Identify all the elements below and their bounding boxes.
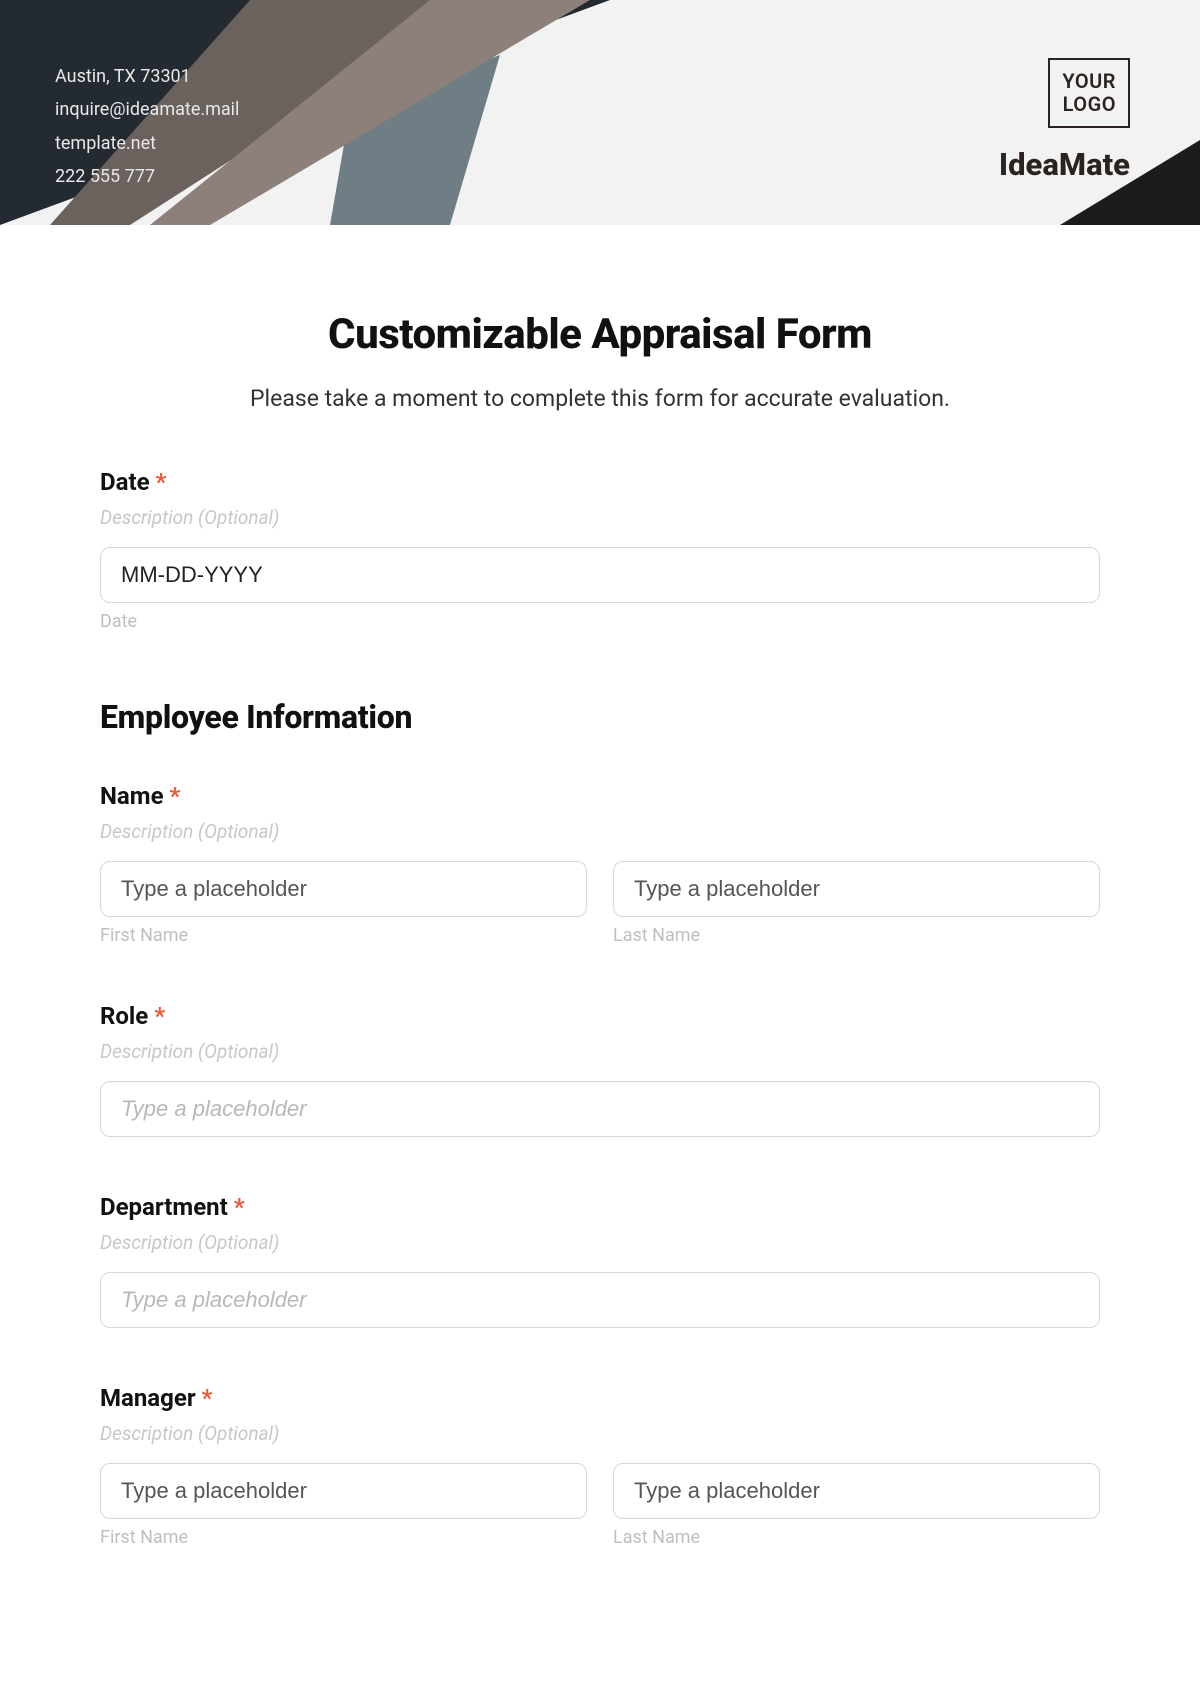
logo-block: YOUR LOGO IdeaMate	[999, 58, 1130, 183]
name-label-text: Name	[100, 782, 164, 810]
manager-last-name-input[interactable]	[613, 1463, 1100, 1519]
first-name-input[interactable]	[100, 861, 587, 917]
logo-line-1: YOUR	[1062, 70, 1116, 93]
required-mark: *	[156, 468, 167, 496]
last-name-sub-label: Last Name	[613, 925, 1100, 946]
field-date: Date * Description (Optional) Date	[100, 468, 1100, 632]
contact-block: Austin, TX 73301 inquire@ideamate.mail t…	[55, 60, 239, 193]
manager-label: Manager *	[100, 1384, 1100, 1412]
field-name: Name * Description (Optional) First Name…	[100, 782, 1100, 946]
name-description: Description (Optional)	[100, 820, 1100, 843]
role-description: Description (Optional)	[100, 1040, 1100, 1063]
field-manager: Manager * Description (Optional) First N…	[100, 1384, 1100, 1548]
first-name-sub-label: First Name	[100, 925, 587, 946]
department-description: Description (Optional)	[100, 1231, 1100, 1254]
contact-website: template.net	[55, 127, 239, 160]
required-mark: *	[170, 782, 181, 810]
header-banner: Austin, TX 73301 inquire@ideamate.mail t…	[0, 0, 1200, 225]
manager-first-name-input[interactable]	[100, 1463, 587, 1519]
role-label: Role *	[100, 1002, 1100, 1030]
logo-line-2: LOGO	[1062, 93, 1116, 116]
date-input[interactable]	[100, 547, 1100, 603]
last-name-input[interactable]	[613, 861, 1100, 917]
name-label: Name *	[100, 782, 1100, 810]
required-mark: *	[202, 1384, 213, 1412]
form-title: Customizable Appraisal Form	[100, 310, 1100, 359]
field-role: Role * Description (Optional)	[100, 1002, 1100, 1137]
manager-first-name-sub-label: First Name	[100, 1527, 587, 1548]
date-label: Date *	[100, 468, 1100, 496]
brand-name: IdeaMate	[999, 146, 1130, 183]
contact-address: Austin, TX 73301	[55, 60, 239, 93]
department-label: Department *	[100, 1193, 1100, 1221]
required-mark: *	[234, 1193, 245, 1221]
manager-description: Description (Optional)	[100, 1422, 1100, 1445]
field-department: Department * Description (Optional)	[100, 1193, 1100, 1328]
date-label-text: Date	[100, 468, 150, 496]
form-area: Customizable Appraisal Form Please take …	[0, 225, 1200, 1568]
role-input[interactable]	[100, 1081, 1100, 1137]
manager-label-text: Manager	[100, 1384, 196, 1412]
date-description: Description (Optional)	[100, 506, 1100, 529]
section-employee-info: Employee Information	[100, 698, 1100, 736]
logo-placeholder: YOUR LOGO	[1048, 58, 1130, 128]
department-label-text: Department	[100, 1193, 228, 1221]
date-sub-label: Date	[100, 611, 1100, 632]
role-label-text: Role	[100, 1002, 148, 1030]
contact-email: inquire@ideamate.mail	[55, 93, 239, 126]
form-subtitle: Please take a moment to complete this fo…	[100, 385, 1100, 412]
required-mark: *	[154, 1002, 165, 1030]
contact-phone: 222 555 777	[55, 160, 239, 193]
manager-last-name-sub-label: Last Name	[613, 1527, 1100, 1548]
department-input[interactable]	[100, 1272, 1100, 1328]
